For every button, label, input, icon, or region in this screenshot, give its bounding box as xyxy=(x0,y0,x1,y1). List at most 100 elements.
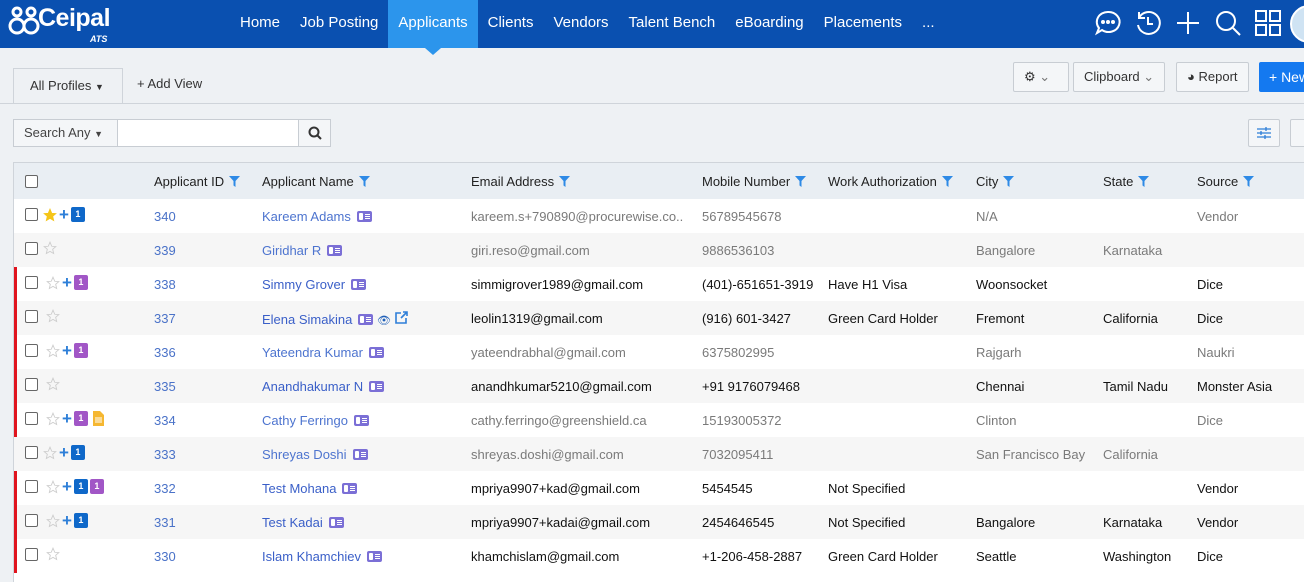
column-settings-button[interactable] xyxy=(1248,119,1280,147)
document-icon[interactable] xyxy=(92,411,104,426)
applicant-name-link[interactable]: Shreyas Doshi xyxy=(262,447,347,462)
applicant-id-link[interactable]: 334 xyxy=(154,413,176,428)
nav-item[interactable]: Vendors xyxy=(543,0,618,48)
applicant-name-link[interactable]: Kareem Adams xyxy=(262,209,351,224)
filter-icon[interactable] xyxy=(229,176,241,187)
add-icon[interactable]: + xyxy=(59,444,69,461)
external-link-icon[interactable] xyxy=(394,311,408,324)
profile-card-icon[interactable] xyxy=(352,449,368,460)
applicant-id-link[interactable]: 331 xyxy=(154,515,176,530)
history-icon[interactable] xyxy=(1132,7,1164,39)
star-icon[interactable] xyxy=(46,479,60,494)
filter-icon[interactable] xyxy=(358,176,370,187)
column-header[interactable]: Email Address xyxy=(471,174,571,190)
add-icon[interactable]: + xyxy=(62,410,72,427)
nav-item[interactable]: Job Posting xyxy=(290,0,388,48)
table-row[interactable]: 337 Elena Simakina 👁 leolin1319@gmail.com… xyxy=(14,301,1304,335)
star-icon[interactable] xyxy=(43,241,57,255)
count-badge[interactable]: 1 xyxy=(73,343,88,358)
row-checkbox[interactable] xyxy=(25,208,38,221)
search-input[interactable] xyxy=(117,119,299,147)
star-icon[interactable] xyxy=(46,411,60,426)
search-icon[interactable] xyxy=(1212,7,1244,39)
column-header[interactable]: City xyxy=(976,174,1015,190)
profile-card-icon[interactable] xyxy=(351,279,367,290)
star-icon[interactable] xyxy=(46,343,60,358)
add-icon[interactable]: + xyxy=(62,478,72,495)
star-icon[interactable] xyxy=(43,445,57,460)
column-header[interactable]: Mobile Number xyxy=(702,174,807,190)
applicant-name-link[interactable]: Simmy Grover xyxy=(262,277,345,292)
row-checkbox[interactable] xyxy=(25,378,38,391)
row-checkbox[interactable] xyxy=(25,446,38,459)
column-header[interactable]: Work Authorization xyxy=(828,174,953,190)
table-row[interactable]: 330 Islam Khamchiev khamchislam@gmail.com +… xyxy=(14,539,1304,573)
clipboard-dropdown[interactable]: Clipboard ⌄ xyxy=(1073,62,1166,92)
column-header[interactable]: State xyxy=(1103,174,1150,190)
filter-icon[interactable] xyxy=(795,176,807,187)
column-header[interactable]: Applicant ID xyxy=(154,174,241,190)
tab-all-profiles[interactable]: All Profiles ▼ xyxy=(13,68,123,104)
row-checkbox[interactable] xyxy=(25,276,38,289)
table-row[interactable]: 339 Giridhar R giri.reso@gmail.com 98865361… xyxy=(14,233,1304,267)
filter-button[interactable] xyxy=(1290,119,1304,147)
applicant-id-link[interactable]: 338 xyxy=(154,277,176,292)
applicant-id-link[interactable]: 333 xyxy=(154,447,176,462)
profile-card-icon[interactable] xyxy=(356,211,372,222)
nav-item[interactable]: Home xyxy=(230,0,290,48)
select-all-checkbox[interactable] xyxy=(25,175,38,188)
column-header[interactable]: Applicant Name xyxy=(262,174,370,190)
applicant-name-link[interactable]: Giridhar R xyxy=(262,243,321,258)
nav-item[interactable]: eBoarding xyxy=(725,0,813,48)
filter-icon[interactable] xyxy=(1243,176,1255,187)
plus-icon[interactable] xyxy=(1172,7,1204,39)
filter-icon[interactable] xyxy=(941,176,953,187)
applicant-name-link[interactable]: Test Kadai xyxy=(262,515,323,530)
row-checkbox[interactable] xyxy=(25,310,38,323)
profile-card-icon[interactable] xyxy=(353,415,369,426)
star-icon[interactable] xyxy=(46,309,60,323)
profile-card-icon[interactable] xyxy=(369,381,385,392)
applicant-id-link[interactable]: 337 xyxy=(154,311,176,326)
add-view-button[interactable]: + Add View xyxy=(137,76,202,91)
user-avatar[interactable] xyxy=(1290,5,1304,43)
table-row[interactable]: +1 338 Simmy Grover simmigrover1989@gmail.c… xyxy=(14,267,1304,301)
nav-item[interactable]: Placements xyxy=(814,0,912,48)
profile-card-icon[interactable] xyxy=(328,517,344,528)
count-badge[interactable]: 1 xyxy=(70,207,85,222)
table-row[interactable]: +1 333 Shreyas Doshi shreyas.doshi@gmail.co… xyxy=(14,437,1304,471)
apps-grid-icon[interactable] xyxy=(1252,7,1284,39)
applicant-name-link[interactable]: Test Mohana xyxy=(262,481,336,496)
search-scope-select[interactable]: Search Any ▼ xyxy=(13,119,118,147)
applicant-id-link[interactable]: 330 xyxy=(154,549,176,564)
nav-item[interactable]: ... xyxy=(912,0,945,48)
filter-icon[interactable] xyxy=(559,176,571,187)
star-icon[interactable] xyxy=(46,377,60,391)
count-badge[interactable]: 1 xyxy=(73,411,88,426)
nav-item[interactable]: Talent Bench xyxy=(619,0,726,48)
table-row[interactable]: +1 334 Cathy Ferringo cathy.ferringo@greens… xyxy=(14,403,1304,437)
applicant-name-link[interactable]: Anandhakumar N xyxy=(262,379,363,394)
profile-card-icon[interactable] xyxy=(327,245,343,256)
profile-card-icon[interactable] xyxy=(368,347,384,358)
add-icon[interactable]: + xyxy=(62,274,72,291)
report-button[interactable]: ◕ Report xyxy=(1176,62,1249,92)
filter-icon[interactable] xyxy=(1003,176,1015,187)
count-badge[interactable]: 1 xyxy=(73,275,88,290)
applicant-id-link[interactable]: 332 xyxy=(154,481,176,496)
count-badge[interactable]: 1 xyxy=(70,445,85,460)
count-badge[interactable]: 1 xyxy=(73,479,88,494)
count-badge[interactable]: 1 xyxy=(73,513,88,528)
row-checkbox[interactable] xyxy=(25,514,38,527)
table-row[interactable]: +1 340 Kareem Adams kareem.s+790890@procure… xyxy=(14,199,1304,233)
table-row[interactable]: +1 331 Test Kadai mpriya9907+kadai@gmail.co… xyxy=(14,505,1304,539)
table-row[interactable]: +1 336 Yateendra Kumar yateendrabhal@gmail.… xyxy=(14,335,1304,369)
add-icon[interactable]: + xyxy=(62,342,72,359)
add-icon[interactable]: + xyxy=(62,512,72,529)
table-row[interactable]: +1 1 332 Test Mohana mpriya9907+kad@gmail.co… xyxy=(14,471,1304,505)
search-button[interactable] xyxy=(298,119,331,147)
star-icon[interactable] xyxy=(43,207,57,222)
add-icon[interactable]: + xyxy=(59,206,69,223)
star-icon[interactable] xyxy=(46,275,60,290)
row-checkbox[interactable] xyxy=(25,242,38,255)
